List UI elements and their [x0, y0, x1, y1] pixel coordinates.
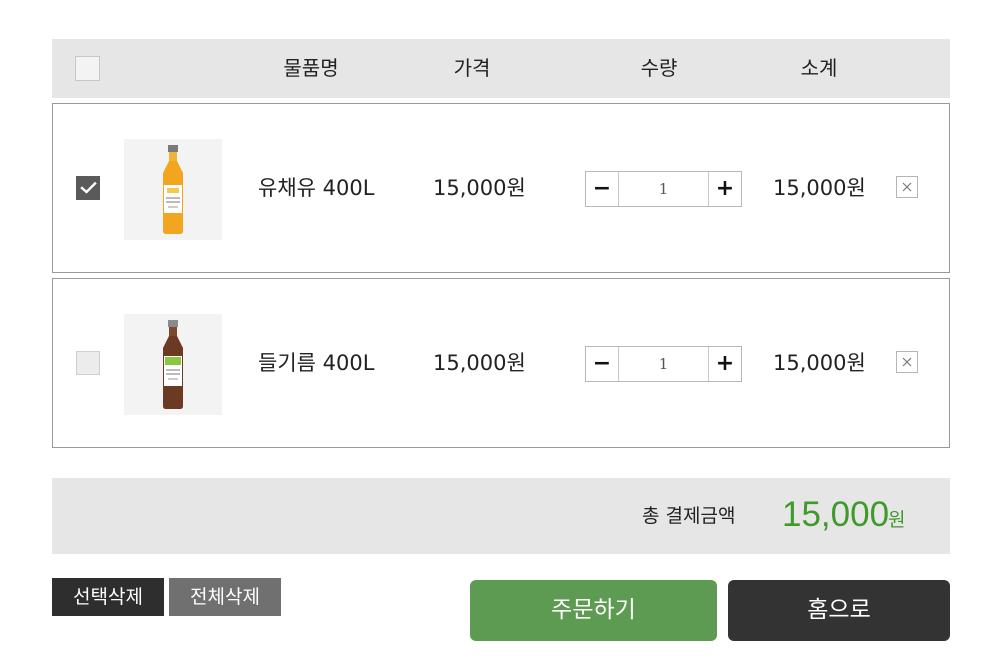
item-name: 유채유 400L: [258, 176, 375, 200]
remove-item-button[interactable]: [896, 351, 918, 373]
quantity-decrease-button[interactable]: −: [586, 172, 619, 206]
cart-table: 물품명 가격 수량 소계 유채유 400L 15,000원 − 1 + 15,0…: [52, 39, 950, 448]
quantity-value[interactable]: 1: [620, 172, 707, 206]
item-checkbox[interactable]: [76, 351, 100, 375]
total-amount: 15,000: [782, 495, 890, 534]
item-checkbox[interactable]: [76, 176, 100, 200]
item-subtotal: 15,000원: [773, 351, 866, 375]
close-icon: [902, 182, 912, 192]
product-image: [124, 139, 222, 240]
delete-selected-button[interactable]: 선택삭제: [52, 578, 164, 616]
item-price: 15,000원: [433, 176, 526, 200]
total-bar: 총 결제금액 15,000 원: [52, 478, 950, 554]
item-price: 15,000원: [433, 351, 526, 375]
quantity-increase-button[interactable]: +: [708, 347, 741, 381]
item-name: 들기름 400L: [258, 351, 375, 375]
close-icon: [902, 357, 912, 367]
header-quantity: 수량: [640, 56, 678, 80]
header-price: 가격: [453, 56, 491, 80]
order-button[interactable]: 주문하기: [470, 580, 717, 641]
quantity-value[interactable]: 1: [620, 347, 707, 381]
header-subtotal: 소계: [800, 56, 838, 80]
remove-item-button[interactable]: [896, 176, 918, 198]
quantity-stepper: − 1 +: [585, 346, 742, 382]
item-subtotal: 15,000원: [773, 176, 866, 200]
cart-item-row: 유채유 400L 15,000원 − 1 + 15,000원: [52, 103, 950, 273]
cart-header: 물품명 가격 수량 소계: [52, 39, 950, 98]
delete-all-button[interactable]: 전체삭제: [169, 578, 281, 616]
quantity-increase-button[interactable]: +: [708, 172, 741, 206]
select-all-checkbox[interactable]: [75, 56, 100, 81]
check-icon: [80, 181, 97, 194]
bottle-icon: [163, 320, 183, 409]
total-label: 총 결제금액: [642, 505, 736, 527]
product-image: [124, 314, 222, 415]
quantity-stepper: − 1 +: [585, 171, 742, 207]
bottle-icon: [163, 145, 183, 234]
total-unit: 원: [888, 509, 906, 531]
header-name: 물품명: [283, 56, 339, 80]
cart-item-row: 들기름 400L 15,000원 − 1 + 15,000원: [52, 278, 950, 448]
quantity-decrease-button[interactable]: −: [586, 347, 619, 381]
home-button[interactable]: 홈으로: [728, 580, 950, 641]
